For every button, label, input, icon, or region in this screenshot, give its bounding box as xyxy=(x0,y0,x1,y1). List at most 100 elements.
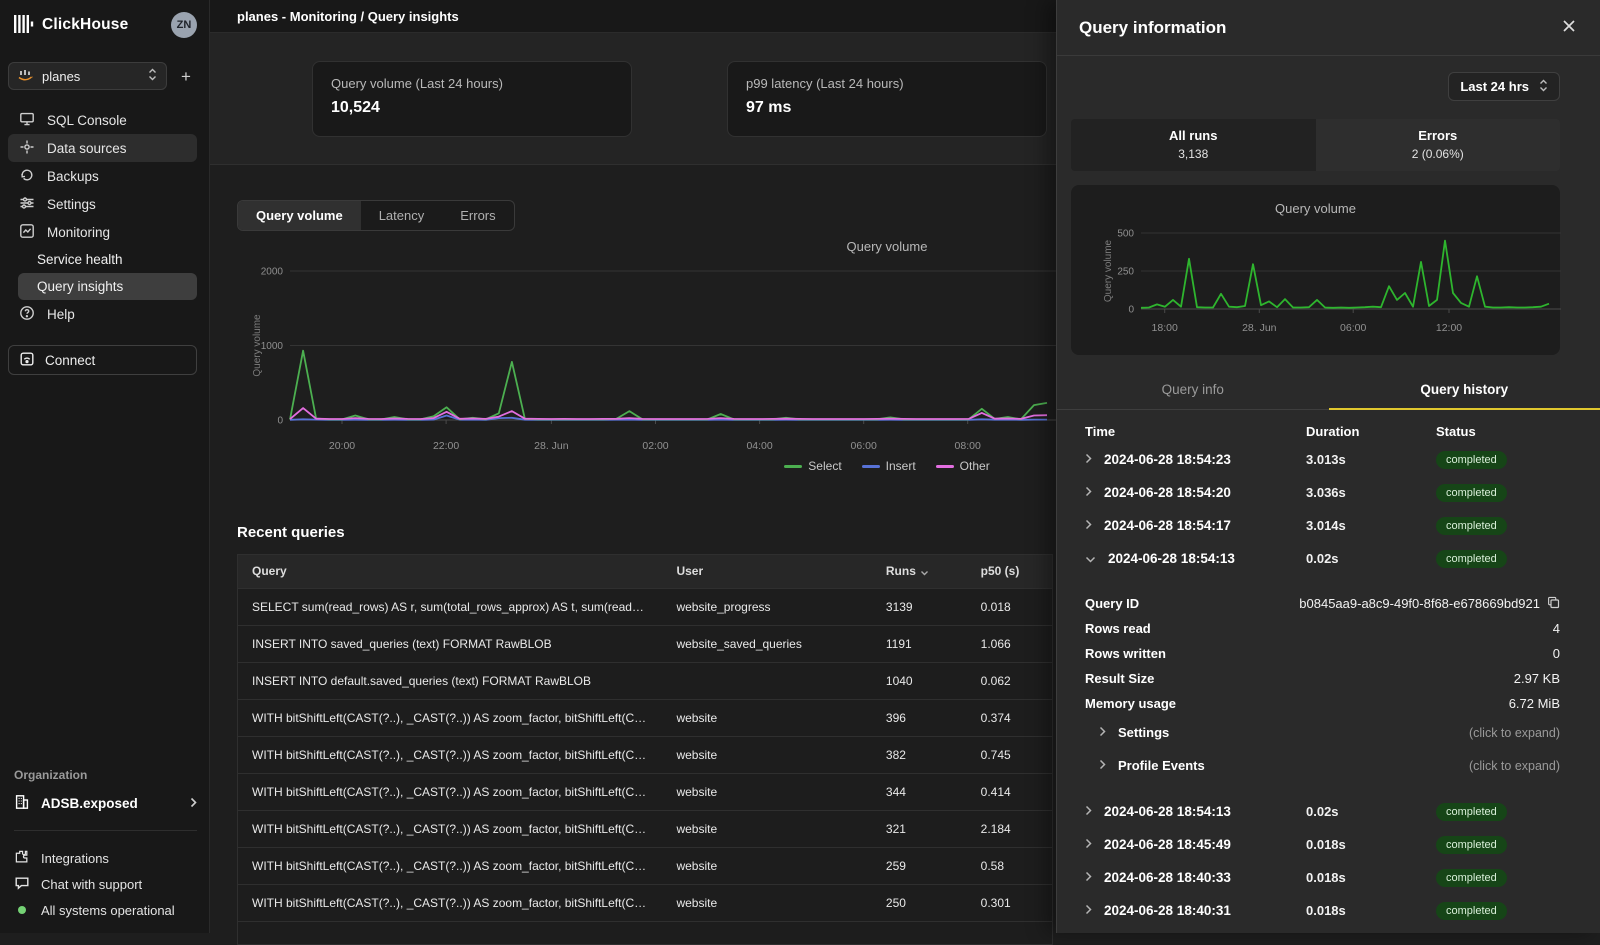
table-row[interactable]: WITH bitShiftLeft(CAST(?..), _CAST(?..))… xyxy=(238,699,1053,736)
svg-text:500: 500 xyxy=(1117,229,1134,240)
svg-text:1000: 1000 xyxy=(261,341,284,352)
sidebar-item-settings[interactable]: Settings xyxy=(8,190,197,218)
legend-item-other[interactable]: Other xyxy=(936,459,990,473)
chevron-down-icon[interactable] xyxy=(1085,551,1096,566)
query-id-value: b0845aa9-a8c9-49f0-8f68-e678669bd921 xyxy=(1299,596,1540,611)
time-range-selector[interactable]: Last 24 hrs xyxy=(1448,72,1560,101)
status-dot-icon xyxy=(18,906,26,914)
sidebar-item-label: Service health xyxy=(37,252,123,267)
svg-text:Query volume: Query volume xyxy=(1103,239,1114,302)
chevron-right-icon xyxy=(1099,725,1106,740)
sidebar-item-label: Query insights xyxy=(37,279,123,294)
legend-swatch xyxy=(784,465,802,468)
profile-events-expandable[interactable]: Profile Events (click to expand) xyxy=(1085,749,1560,782)
tab-query-history[interactable]: Query history xyxy=(1329,373,1600,410)
panel-chart-plot-area[interactable]: 025050018:0028. Jun06:0012:00Query volum… xyxy=(1071,221,1561,337)
all-runs-value: 3,138 xyxy=(1071,147,1316,161)
panel-tabs: Query info Query history xyxy=(1057,373,1600,410)
column-header-status: Status xyxy=(1436,424,1560,439)
sidebar-item-backups[interactable]: Backups xyxy=(8,162,197,190)
sidebar-item-data-sources[interactable]: Data sources xyxy=(8,134,197,162)
table-row[interactable]: SELECT sum(read_rows) AS r, sum(total_ro… xyxy=(238,588,1053,625)
stat-card-p99-latency: p99 latency (Last 24 hours) 97 ms xyxy=(727,61,1047,137)
tab-errors[interactable]: Errors xyxy=(442,201,513,230)
time-range-value: Last 24 hrs xyxy=(1460,79,1529,94)
history-row[interactable]: 2024-06-28 18:40:31 0.018s completed xyxy=(1057,894,1600,927)
sidebar-item-help[interactable]: Help xyxy=(8,300,197,328)
history-row[interactable]: 2024-06-28 18:54:17 3.014s completed xyxy=(1057,509,1600,542)
svg-text:20:00: 20:00 xyxy=(329,440,355,452)
column-header-p50[interactable]: p50 (s) xyxy=(967,555,1053,589)
service-selector[interactable]: planes xyxy=(8,62,167,90)
history-row[interactable]: 2024-06-28 18:45:49 0.018s completed xyxy=(1057,828,1600,861)
panel-chart-card: Query volume 025050018:0028. Jun06:0012:… xyxy=(1071,185,1560,355)
tab-query-info[interactable]: Query info xyxy=(1057,373,1329,409)
tab-all-runs[interactable]: All runs 3,138 xyxy=(1071,119,1316,171)
tab-errors[interactable]: Errors 2 (0.06%) xyxy=(1316,119,1561,171)
sidebar-divider xyxy=(14,830,197,831)
svg-text:18:00: 18:00 xyxy=(1152,322,1178,334)
table-row[interactable]: INSERT INTO default.saved_queries (text)… xyxy=(238,662,1053,699)
detail-row-result-size: Result Size 2.97 KB xyxy=(1085,666,1560,691)
tab-latency[interactable]: Latency xyxy=(361,201,443,230)
errors-label: Errors xyxy=(1316,128,1561,143)
history-row[interactable]: 2024-06-28 18:54:20 3.036s completed xyxy=(1057,476,1600,509)
settings-expandable[interactable]: Settings (click to expand) xyxy=(1085,716,1560,749)
chevron-right-icon[interactable] xyxy=(1085,903,1092,918)
table-row[interactable]: WITH bitShiftLeft(CAST(?..), _CAST(?..))… xyxy=(238,847,1053,884)
detail-row-rows-read: Rows read 4 xyxy=(1085,616,1560,641)
history-row[interactable]: 2024-06-28 18:54:13 0.02s completed xyxy=(1057,795,1600,828)
legend-item-insert[interactable]: Insert xyxy=(862,459,916,473)
connect-button[interactable]: Connect xyxy=(8,345,197,375)
status-badge: completed xyxy=(1436,902,1507,920)
column-header-runs[interactable]: Runs xyxy=(872,555,967,589)
sidebar-item-query-insights[interactable]: Query insights xyxy=(18,273,197,300)
svg-text:250: 250 xyxy=(1117,267,1134,278)
history-row[interactable]: 2024-06-28 18:40:33 0.018s completed xyxy=(1057,861,1600,894)
chevron-right-icon[interactable] xyxy=(1085,452,1092,467)
chat-bubble-icon xyxy=(14,875,30,894)
status-badge: completed xyxy=(1436,803,1507,821)
table-row[interactable]: WITH bitShiftLeft(CAST(?..), _CAST(?..))… xyxy=(238,773,1053,810)
legend-item-select[interactable]: Select xyxy=(784,459,841,473)
monitoring-chart-icon xyxy=(19,223,35,242)
column-header-user[interactable]: User xyxy=(662,555,871,589)
chevron-right-icon[interactable] xyxy=(1085,518,1092,533)
sidebar-item-monitoring[interactable]: Monitoring xyxy=(8,218,197,246)
add-service-button[interactable]: + xyxy=(175,65,197,87)
copy-icon[interactable] xyxy=(1547,596,1560,612)
close-icon[interactable] xyxy=(1560,17,1578,38)
expand-hint: (click to expand) xyxy=(1469,759,1560,773)
chevron-right-icon[interactable] xyxy=(1085,804,1092,819)
sidebar-item-sql-console[interactable]: SQL Console xyxy=(8,106,197,134)
table-row[interactable]: INSERT INTO saved_queries (text) FORMAT … xyxy=(238,625,1053,662)
stat-label: Query volume (Last 24 hours) xyxy=(331,76,613,91)
chevron-right-icon[interactable] xyxy=(1085,485,1092,500)
query-details: Query ID b0845aa9-a8c9-49f0-8f68-e678669… xyxy=(1057,575,1600,782)
sidebar-item-label: Help xyxy=(47,307,75,322)
tab-query-volume[interactable]: Query volume xyxy=(238,201,361,230)
status-badge: completed xyxy=(1436,484,1507,502)
user-avatar[interactable]: ZN xyxy=(171,12,197,38)
sidebar-item-label: Settings xyxy=(47,197,96,212)
column-header-query[interactable]: Query xyxy=(238,555,663,589)
sidebar-item-integrations[interactable]: Integrations xyxy=(0,845,209,871)
stat-value: 10,524 xyxy=(331,99,613,117)
chevron-right-icon[interactable] xyxy=(1085,870,1092,885)
data-sources-icon xyxy=(19,139,35,158)
system-status[interactable]: All systems operational xyxy=(0,897,209,923)
table-row[interactable]: WITH bitShiftLeft(CAST(?..), _CAST(?..))… xyxy=(238,736,1053,773)
table-row[interactable]: WITH bitShiftLeft(CAST(?..), _CAST(?..))… xyxy=(238,810,1053,847)
footer-item-label: Chat with support xyxy=(41,877,142,892)
errors-value: 2 (0.06%) xyxy=(1316,147,1561,161)
chevron-right-icon[interactable] xyxy=(1085,837,1092,852)
history-row-expanded[interactable]: 2024-06-28 18:54:13 0.02s completed xyxy=(1057,542,1600,575)
svg-text:28. Jun: 28. Jun xyxy=(1242,322,1277,334)
table-row[interactable]: WITH bitShiftLeft(CAST(?..), _CAST(?..))… xyxy=(238,884,1053,921)
chevron-right-icon xyxy=(190,796,197,811)
sidebar-item-chat-support[interactable]: Chat with support xyxy=(0,871,209,897)
sidebar-item-service-health[interactable]: Service health xyxy=(18,246,197,273)
svg-text:12:00: 12:00 xyxy=(1436,322,1462,334)
history-row[interactable]: 2024-06-28 18:54:23 3.013s completed xyxy=(1057,443,1600,476)
organization-selector[interactable]: ADSB.exposed xyxy=(14,794,197,813)
